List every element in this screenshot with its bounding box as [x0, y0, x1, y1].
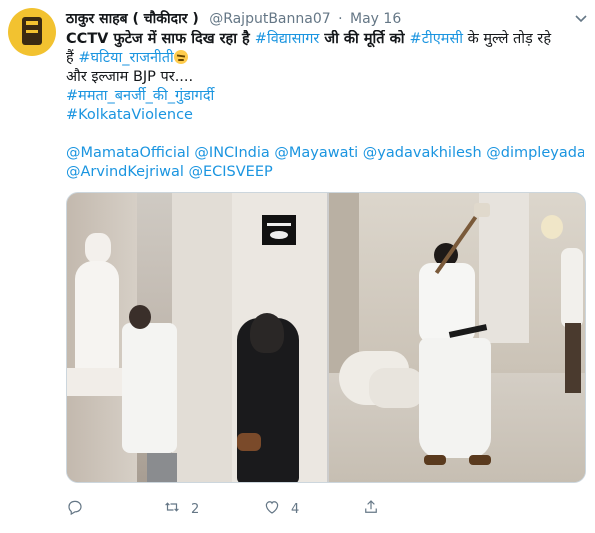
- text-segment: के मुल्ले तोड़ रहे: [463, 31, 552, 47]
- tweet-actions: 2 4: [66, 497, 576, 521]
- tweet-text-line: हैं #घटिया_राजनीती: [66, 49, 584, 68]
- angry-face-emoji: [173, 50, 188, 64]
- share-icon: [362, 498, 380, 520]
- text-segment: हैं: [66, 50, 79, 66]
- tweet-date[interactable]: May 16: [350, 11, 401, 27]
- retweet-button[interactable]: 2: [163, 497, 199, 521]
- media-photo-right[interactable]: [329, 193, 585, 482]
- mention-links[interactable]: @ArvindKejriwal @ECISVEEP: [66, 164, 273, 180]
- hashtag-link[interactable]: #ममता_बनर्जी_की_गुंडागर्दी: [66, 88, 214, 104]
- reply-button[interactable]: [66, 497, 94, 521]
- tweet-card[interactable]: ठाकुर साहब ( चौकीदार ) @RajputBanna07 · …: [0, 0, 595, 533]
- reply-icon: [66, 498, 84, 520]
- retweet-icon: [163, 498, 181, 520]
- media-photo-left[interactable]: [67, 193, 327, 482]
- avatar-image: [22, 17, 42, 45]
- display-name[interactable]: ठाकुर साहब ( चौकीदार ): [66, 11, 199, 27]
- avatar[interactable]: [8, 8, 56, 56]
- user-handle[interactable]: @RajputBanna07: [209, 11, 330, 27]
- tweet-text-line: और इल्जाम BJP पर....: [66, 69, 194, 85]
- tweet-text-line: CCTV फुटेज में साफ दिख रहा है #विद्यासाग…: [66, 30, 584, 49]
- tweet-media[interactable]: [66, 192, 586, 483]
- tweet-text-line: @ArvindKejriwal @ECISVEEP: [66, 163, 584, 182]
- hashtag-link[interactable]: #KolkataViolence: [66, 107, 193, 123]
- hashtag-link[interactable]: #घटिया_राजनीती: [78, 50, 173, 66]
- text-segment: CCTV फुटेज में साफ दिख रहा है: [66, 31, 255, 47]
- mention-links[interactable]: @MamataOfficial @INCIndia @Mayawati @yad…: [66, 145, 584, 161]
- retweet-count: 2: [191, 501, 200, 517]
- heart-icon: [263, 498, 281, 520]
- like-button[interactable]: 4: [263, 497, 299, 521]
- hashtag-link[interactable]: #विद्यासागर: [255, 31, 320, 47]
- tweet-header: ठाकुर साहब ( चौकीदार ) @RajputBanna07 · …: [66, 9, 566, 29]
- text-segment: जी की मूर्ति को: [319, 31, 410, 47]
- tweet-text-line: #KolkataViolence: [66, 106, 584, 125]
- chevron-down-icon[interactable]: [574, 10, 588, 24]
- hashtag-link[interactable]: #टीएमसी: [410, 31, 463, 47]
- share-button[interactable]: [362, 497, 380, 521]
- tweet-text-line: @MamataOfficial @INCIndia @Mayawati @yad…: [66, 144, 584, 163]
- like-count: 4: [291, 501, 300, 517]
- tweet-text: CCTV फुटेज में साफ दिख रहा है #विद्यासाग…: [66, 30, 584, 182]
- header-separator: ·: [338, 11, 343, 27]
- tweet-text-line: #ममता_बनर्जी_की_गुंडागर्दी: [66, 87, 584, 106]
